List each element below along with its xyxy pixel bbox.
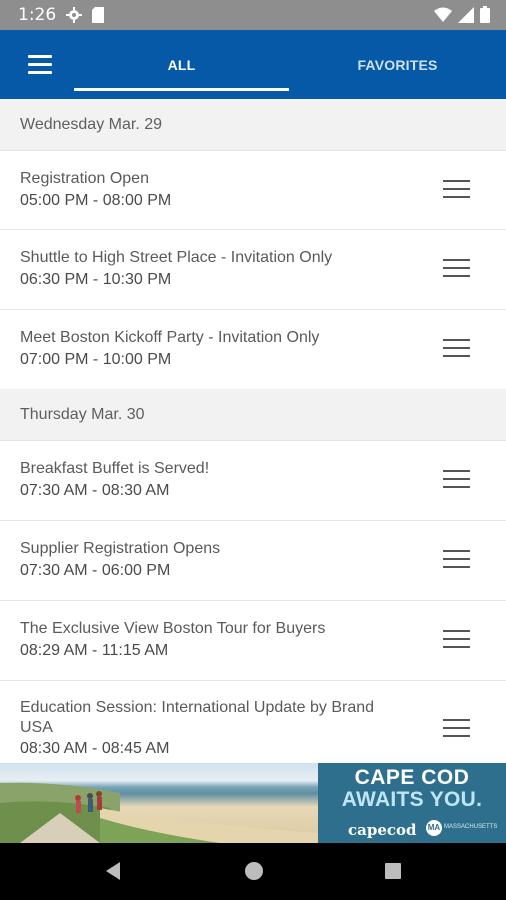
drag-handle-icon[interactable]	[443, 719, 470, 739]
event-time: 05:00 PM - 08:00 PM	[20, 192, 172, 209]
drag-handle-icon[interactable]	[443, 470, 470, 490]
event-time: 07:30 AM - 08:30 AM	[20, 482, 170, 499]
back-icon[interactable]	[100, 857, 128, 885]
event-row[interactable]: The Exclusive View Boston Tour for Buyer…	[0, 601, 506, 681]
event-row[interactable]: Meet Boston Kickoff Party - Invitation O…	[0, 310, 506, 389]
date-header: Thursday Mar. 30	[0, 389, 506, 441]
ad-brand-logo: capecod	[348, 821, 417, 839]
event-title: Breakfast Buffet is Served!	[20, 460, 210, 477]
event-time: 08:29 AM - 11:15 AM	[20, 642, 169, 659]
recents-icon[interactable]	[379, 857, 407, 885]
ad-state-text: MASSACHUSETTS	[444, 824, 498, 830]
ad-beach-photo	[0, 763, 318, 843]
hamburger-menu-icon[interactable]	[20, 52, 58, 78]
status-time: 1:26	[18, 5, 57, 25]
event-title: Education Session: International Update …	[20, 699, 375, 736]
tab-selected-indicator	[74, 88, 289, 91]
ad-banner[interactable]: CAPE COD AWAITS YOU. capecod MA MASSACHU…	[0, 763, 506, 843]
app-bar: ALL FAVORITES	[0, 30, 506, 99]
ad-subheadline: AWAITS YOU.	[341, 788, 483, 811]
ad-state-badge: MA	[426, 820, 442, 836]
battery-icon	[480, 6, 490, 28]
status-bar: 1:26	[0, 0, 506, 30]
system-nav-bar	[0, 843, 506, 900]
event-time: 08:30 AM - 08:45 AM	[20, 740, 170, 757]
event-title: Registration Open	[20, 170, 149, 187]
event-title: The Exclusive View Boston Tour for Buyer…	[20, 620, 326, 637]
drag-handle-icon[interactable]	[443, 339, 470, 359]
event-row[interactable]: Registration Open 05:00 PM - 08:00 PM	[0, 151, 506, 230]
tab-favorites[interactable]: FAVORITES	[289, 30, 506, 99]
event-title: Meet Boston Kickoff Party - Invitation O…	[20, 329, 320, 346]
event-time: 07:00 PM - 10:00 PM	[20, 351, 172, 368]
event-title: Supplier Registration Opens	[20, 540, 221, 557]
event-time: 07:30 AM - 06:00 PM	[20, 562, 171, 579]
date-header: Wednesday Mar. 29	[0, 99, 506, 151]
drag-handle-icon[interactable]	[443, 630, 470, 650]
event-time: 06:30 PM - 10:30 PM	[20, 271, 172, 288]
event-row[interactable]: Shuttle to High Street Place - Invitatio…	[0, 230, 506, 310]
home-icon[interactable]	[240, 857, 268, 885]
drag-handle-icon[interactable]	[443, 259, 470, 279]
event-list[interactable]: Wednesday Mar. 29 Registration Open 05:0…	[0, 99, 506, 781]
event-row[interactable]: Breakfast Buffet is Served! 07:30 AM - 0…	[0, 441, 506, 521]
event-row[interactable]: Supplier Registration Opens 07:30 AM - 0…	[0, 521, 506, 601]
wifi-icon	[434, 7, 452, 28]
signal-icon	[458, 6, 474, 28]
gear-icon	[66, 7, 82, 28]
drag-handle-icon[interactable]	[443, 180, 470, 200]
ad-text-panel: CAPE COD AWAITS YOU. capecod MA MASSACHU…	[318, 763, 506, 843]
ad-headline: CAPE COD	[354, 766, 470, 789]
event-title: Shuttle to High Street Place - Invitatio…	[20, 249, 333, 266]
sd-card-icon	[92, 7, 104, 28]
drag-handle-icon[interactable]	[443, 550, 470, 570]
